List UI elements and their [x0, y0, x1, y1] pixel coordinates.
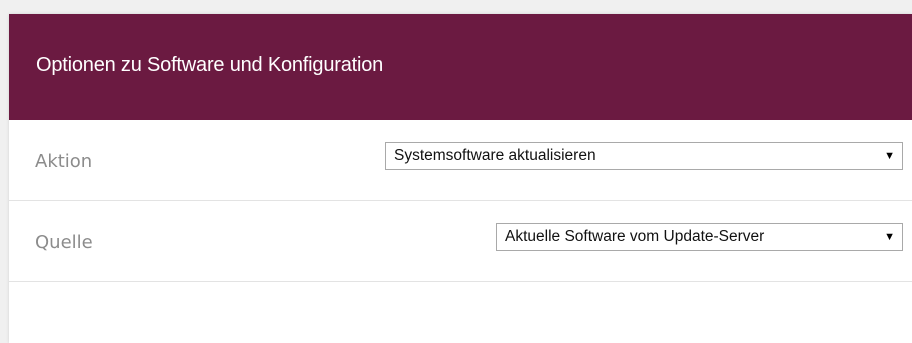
aktion-label: Aktion — [35, 151, 93, 172]
chevron-down-icon: ▼ — [884, 231, 895, 243]
quelle-label: Quelle — [35, 232, 93, 253]
quelle-select[interactable]: Aktuelle Software vom Update-Server ▼ — [496, 223, 903, 251]
quelle-select-value: Aktuelle Software vom Update-Server — [505, 228, 765, 245]
options-panel: Optionen zu Software und Konfiguration A… — [9, 14, 912, 343]
aktion-select-value: Systemsoftware aktualisieren — [394, 147, 596, 164]
aktion-select[interactable]: Systemsoftware aktualisieren ▼ — [385, 142, 903, 170]
panel-header: Optionen zu Software und Konfiguration — [9, 14, 912, 120]
panel-title: Optionen zu Software und Konfiguration — [36, 54, 384, 76]
aktion-row: Aktion Systemsoftware aktualisieren ▼ — [9, 120, 912, 201]
chevron-down-icon: ▼ — [884, 150, 895, 162]
quelle-row: Quelle Aktuelle Software vom Update-Serv… — [9, 201, 912, 282]
